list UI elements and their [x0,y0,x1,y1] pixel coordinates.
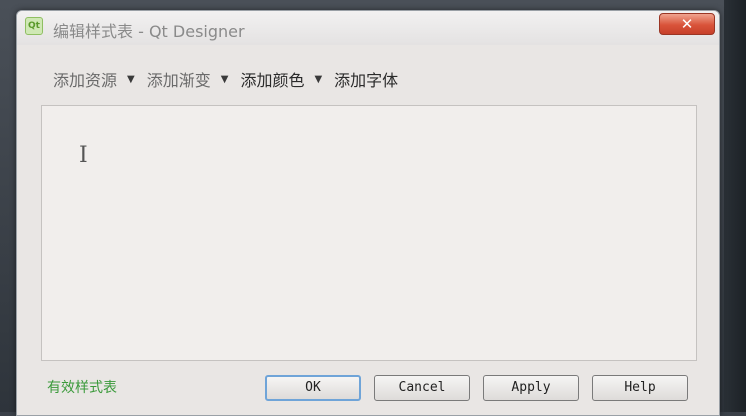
add-gradient-menu[interactable]: 添加渐变 ▼ [147,67,229,91]
ok-button[interactable]: OK [265,375,361,401]
qt-designer-icon: Qt [25,17,43,35]
edit-stylesheet-dialog: Qt 编辑样式表 - Qt Designer ✕ 添加资源 ▼ 添加渐变 ▼ 添… [16,10,720,416]
window-title: 编辑样式表 - Qt Designer [53,22,245,41]
stylesheet-editor[interactable] [41,105,697,361]
add-resource-menu[interactable]: 添加资源 ▼ [53,67,135,91]
add-font-label: 添加字体 [334,71,399,90]
validity-status: 有效样式表 [47,380,117,396]
text-cursor-icon: I [79,143,88,168]
add-color-label: 添加颜色 [240,71,305,90]
close-button[interactable]: ✕ [659,13,715,35]
add-font-button[interactable]: 添加字体 [334,67,398,91]
apply-button[interactable]: Apply [483,375,579,401]
stylesheet-toolbar: 添加资源 ▼ 添加渐变 ▼ 添加颜色 ▼ 添加字体 [53,67,410,91]
add-gradient-label: 添加渐变 [146,71,211,90]
dropdown-arrow-icon[interactable]: ▼ [314,74,322,85]
cancel-button[interactable]: Cancel [374,375,470,401]
title-bar[interactable]: Qt 编辑样式表 - Qt Designer ✕ [17,11,719,45]
dropdown-arrow-icon[interactable]: ▼ [221,74,229,85]
add-color-menu[interactable]: 添加颜色 ▼ [240,67,322,91]
help-button[interactable]: Help [592,375,688,401]
dropdown-arrow-icon[interactable]: ▼ [127,74,135,85]
add-resource-label: 添加资源 [53,71,118,90]
desktop-edge [724,0,746,412]
